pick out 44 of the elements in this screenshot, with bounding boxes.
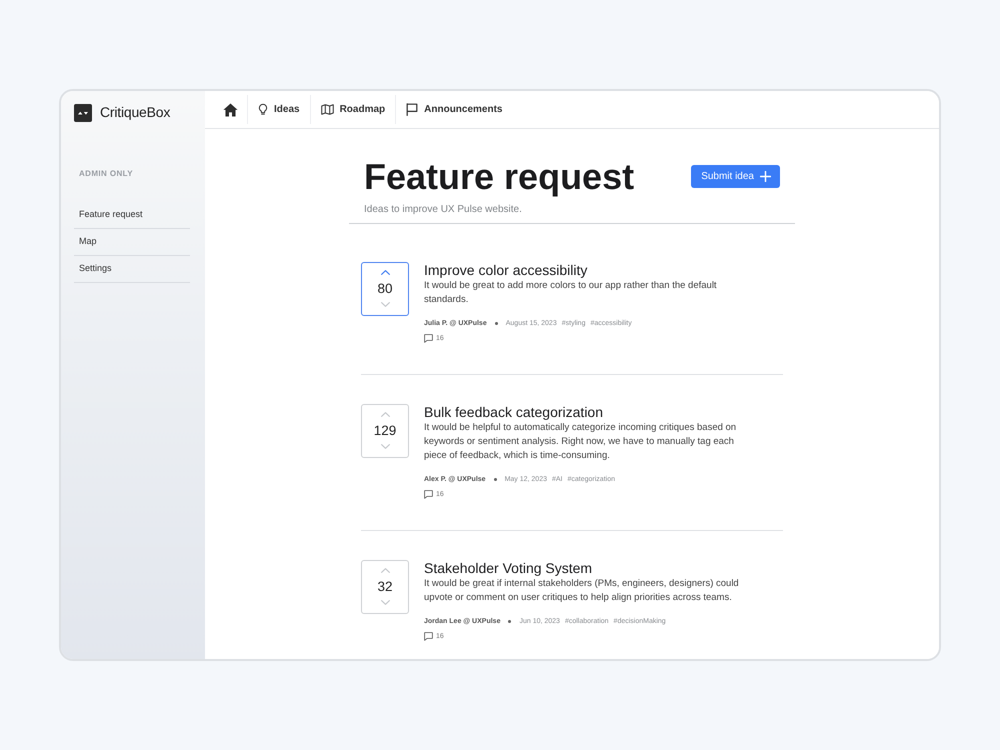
vote-counter[interactable]: 129: [361, 404, 409, 458]
idea-title[interactable]: Bulk feedback categorization: [424, 404, 783, 421]
section-label: ADMIN ONLY: [78, 168, 134, 180]
sidebar-link[interactable]: Map: [74, 229, 190, 256]
vote-count: 32: [377, 580, 393, 594]
nav-link[interactable]: Announcements: [395, 95, 512, 124]
flag-icon: [406, 103, 418, 116]
comment-icon: [424, 334, 433, 344]
upvote-chevron-icon[interactable]: [380, 270, 390, 275]
comment-icon: [424, 490, 433, 500]
idea-title[interactable]: Stakeholder Voting System: [424, 560, 783, 577]
sidebar-link[interactable]: Settings: [74, 256, 190, 283]
nav-link-label: Announcements: [424, 103, 502, 118]
nav-link-label: Roadmap: [340, 103, 386, 118]
nav-link[interactable]: Ideas: [247, 95, 310, 124]
nav-link[interactable]: Roadmap: [310, 95, 396, 124]
separator-dot-icon: [494, 478, 497, 482]
vote-counter[interactable]: 32: [361, 560, 409, 614]
logo-icon: [74, 104, 92, 122]
vote-counter[interactable]: 80: [361, 262, 409, 316]
upvote-chevron-icon[interactable]: [380, 568, 390, 573]
idea-description: It would be great to add more colors to our app rather than the default standards.: [424, 278, 718, 307]
plus-icon: [760, 171, 771, 182]
vote-count: 80: [377, 282, 393, 296]
logo-text: CritiqueBox: [100, 103, 170, 122]
map-icon: [320, 104, 334, 116]
idea-description: It would be helpful to automatically categorize incoming critiques based on keywords or sentiment analysis. Right now, we have to manually tag each piece of feedback, which is time-consuming.: [424, 420, 738, 463]
sidebar-link[interactable]: Feature request: [74, 202, 190, 229]
idea-title[interactable]: Improve color accessibility: [424, 262, 783, 279]
downvote-chevron-icon[interactable]: [380, 302, 390, 308]
page-title: Feature request: [364, 157, 634, 197]
separator-dot-icon: [494, 322, 498, 326]
idea-description: It would be great if internal stakeholders (PMs, engineers, designers) could upvote or comment on user critiques to help align priorities across teams.: [424, 576, 740, 605]
nav-link-label: Ideas: [274, 103, 300, 118]
submit-idea-button[interactable]: Submit idea: [691, 165, 780, 188]
upvote-chevron-icon[interactable]: [380, 412, 390, 417]
page-subtitle: Ideas to improve UX Pulse website.: [364, 202, 523, 216]
separator-dot-icon: [508, 620, 512, 624]
comment-icon: [424, 632, 433, 642]
downvote-chevron-icon[interactable]: [380, 600, 390, 606]
vote-count: 129: [374, 424, 396, 438]
lightbulb-icon: [258, 103, 268, 116]
downvote-chevron-icon[interactable]: [380, 444, 390, 450]
home-icon: [223, 102, 238, 117]
